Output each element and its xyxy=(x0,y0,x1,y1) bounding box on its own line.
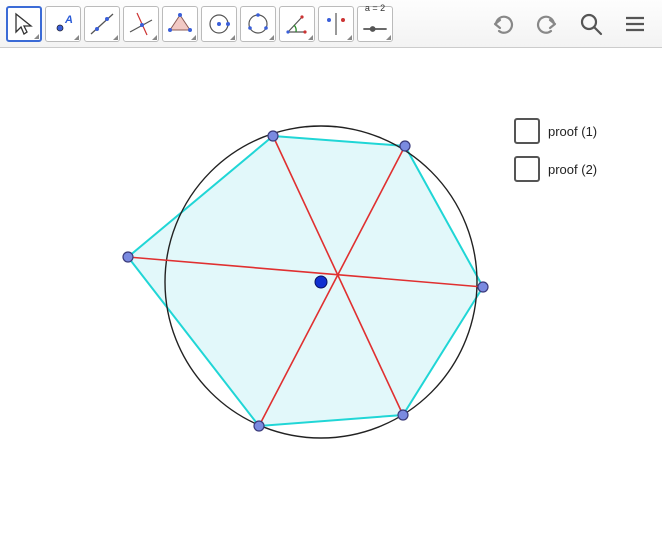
checkbox-proof-2[interactable] xyxy=(514,156,540,182)
chevron-down-icon xyxy=(230,35,235,40)
vertex-2[interactable] xyxy=(478,282,488,292)
chevron-down-icon xyxy=(191,35,196,40)
chevron-down-icon xyxy=(113,35,118,40)
tool-reflect[interactable] xyxy=(318,6,354,42)
undo-button[interactable] xyxy=(488,9,518,39)
tool-circle-center[interactable] xyxy=(201,6,237,42)
vertex-5[interactable] xyxy=(123,252,133,262)
chevron-down-icon xyxy=(347,35,352,40)
svg-text:A: A xyxy=(64,14,73,26)
checkbox-proof-1-label: proof (1) xyxy=(548,124,597,139)
checkbox-proof-2-label: proof (2) xyxy=(548,162,597,177)
tool-slider[interactable]: a = 2 xyxy=(357,6,393,42)
menu-button[interactable] xyxy=(620,9,650,39)
redo-button[interactable] xyxy=(532,9,562,39)
tool-move[interactable] xyxy=(6,6,42,42)
vertex-1[interactable] xyxy=(400,141,410,151)
chevron-down-icon xyxy=(74,35,79,40)
vertex-4[interactable] xyxy=(254,421,264,431)
chevron-down-icon xyxy=(34,34,39,39)
tool-group: A xyxy=(6,6,393,42)
checkbox-proof-1[interactable] xyxy=(514,118,540,144)
proof-controls: proof (1) proof (2) xyxy=(514,118,597,182)
tool-angle[interactable] xyxy=(279,6,315,42)
vertex-3[interactable] xyxy=(398,410,408,420)
vertex-0[interactable] xyxy=(268,131,278,141)
chevron-down-icon xyxy=(269,35,274,40)
tool-line[interactable] xyxy=(84,6,120,42)
center-point[interactable] xyxy=(315,276,327,288)
hexagon[interactable] xyxy=(128,136,483,426)
checkbox-proof-2-row: proof (2) xyxy=(514,156,597,182)
chevron-down-icon xyxy=(386,35,391,40)
chevron-down-icon xyxy=(152,35,157,40)
slider-label: a = 2 xyxy=(365,4,385,13)
tool-perpendicular[interactable] xyxy=(123,6,159,42)
chevron-down-icon xyxy=(308,35,313,40)
search-button[interactable] xyxy=(576,9,606,39)
tool-point[interactable]: A xyxy=(45,6,81,42)
checkbox-proof-1-row: proof (1) xyxy=(514,118,597,144)
tool-polygon[interactable] xyxy=(162,6,198,42)
toolbar: A xyxy=(0,0,662,48)
tool-circle-3pts[interactable] xyxy=(240,6,276,42)
toolbar-right xyxy=(488,9,656,39)
